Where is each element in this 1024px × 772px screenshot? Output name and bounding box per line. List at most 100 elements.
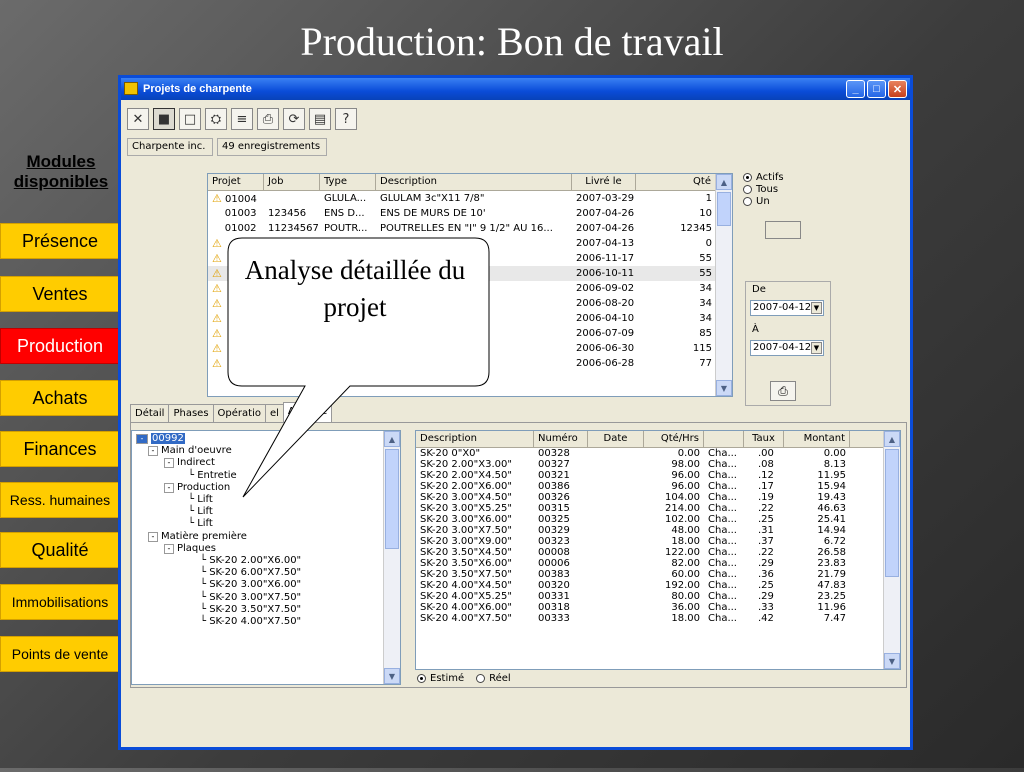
- module-ress-humaines[interactable]: Ress. humaines: [0, 482, 120, 518]
- tree-node[interactable]: └ SK-20 3.00"X6.00": [200, 579, 301, 591]
- radio-icon[interactable]: [417, 673, 426, 683]
- help-icon[interactable]: ?: [335, 108, 357, 130]
- tree-node[interactable]: - Matière première: [148, 531, 247, 543]
- table-row[interactable]: ⚠ 2006-04-10 34: [208, 311, 732, 326]
- collapse-icon[interactable]: -: [148, 531, 158, 542]
- table-row[interactable]: SK-20 4.00"X4.50" 00320 192.00 Cha... .25 47.…: [416, 580, 900, 591]
- collapse-icon[interactable]: -: [136, 434, 148, 444]
- module-ventes[interactable]: Ventes: [0, 276, 120, 312]
- analysis-column-header[interactable]: Montant: [784, 431, 850, 447]
- radio-icon[interactable]: [743, 196, 752, 206]
- module-finances[interactable]: Finances: [0, 431, 120, 467]
- collapse-icon[interactable]: -: [164, 458, 174, 469]
- maximize-button[interactable]: □: [867, 80, 886, 98]
- radio-icon[interactable]: [476, 673, 486, 683]
- tree-node[interactable]: └ SK-20 2.00"X6.00": [200, 555, 301, 567]
- analysis-column-header[interactable]: Numéro: [534, 431, 588, 447]
- projects-scrollbar[interactable]: ▲ ▼: [715, 174, 732, 396]
- close-button[interactable]: ✕: [888, 80, 907, 98]
- print-icon[interactable]: ⎙: [257, 108, 279, 130]
- tree-node[interactable]: └ Lift: [188, 494, 213, 506]
- tree-node[interactable]: - Main d'oeuvre: [148, 445, 232, 457]
- table-row[interactable]: ⚠ 2007-04-13 0: [208, 236, 732, 251]
- tree-node[interactable]: -00992: [136, 433, 185, 445]
- mode-option[interactable]: Estimé: [417, 672, 464, 684]
- scroll-thumb[interactable]: [385, 449, 399, 549]
- scroll-thumb[interactable]: [885, 449, 899, 577]
- table-row[interactable]: SK-20 4.00"X5.25" 00331 80.00 Cha... .29 23.2…: [416, 591, 900, 602]
- chevron-down-icon[interactable]: ▼: [811, 342, 822, 354]
- radio-icon[interactable]: [743, 172, 752, 182]
- refresh-icon[interactable]: ⟳: [283, 108, 305, 130]
- scroll-up-icon[interactable]: ▲: [384, 431, 400, 447]
- chevron-down-icon[interactable]: ▼: [811, 302, 822, 314]
- analysis-column-header[interactable]: Taux: [744, 431, 784, 447]
- table-row[interactable]: SK-20 4.00"X7.50" 00333 18.00 Cha... .42 7.47: [416, 613, 900, 624]
- analysis-column-header[interactable]: Qté/Hrs: [644, 431, 704, 447]
- tree-node[interactable]: - Indirect: [164, 457, 215, 469]
- scroll-down-icon[interactable]: ▼: [384, 668, 400, 684]
- collapse-icon[interactable]: -: [148, 446, 158, 457]
- module-points-de-vente[interactable]: Points de vente: [0, 636, 120, 672]
- tree-scrollbar[interactable]: ▲ ▼: [383, 431, 400, 684]
- table-row[interactable]: ⚠ 2006-07-09 85: [208, 326, 732, 341]
- collapse-icon[interactable]: -: [164, 482, 174, 493]
- table-row[interactable]: SK-20 0"X0" 00328 0.00 Cha... .00 0.00: [416, 448, 900, 459]
- table-row[interactable]: SK-20 3.50"X6.00" 00006 82.00 Cha... .29 23.8…: [416, 558, 900, 569]
- to-date-picker[interactable]: 2007-04-12 ▼: [750, 340, 824, 356]
- save-icon[interactable]: ■: [153, 108, 175, 130]
- tab-analyse[interactable]: Analyse: [282, 402, 333, 423]
- projects-column-header[interactable]: Description: [376, 174, 572, 190]
- table-row[interactable]: SK-20 3.00"X4.50" 00326 104.00 Cha... .19 19.…: [416, 492, 900, 503]
- tree-node[interactable]: └ SK-20 6.00"X7.50": [200, 567, 301, 579]
- module-production[interactable]: Production: [0, 328, 120, 364]
- table-row[interactable]: SK-20 3.00"X9.00" 00323 18.00 Cha... .37 6.72: [416, 536, 900, 547]
- print-report-button[interactable]: ⎙: [770, 381, 796, 401]
- filter-option-actifs[interactable]: Actifs: [743, 171, 784, 183]
- table-row[interactable]: SK-20 3.00"X6.00" 00325 102.00 Cha... .25 25.…: [416, 514, 900, 525]
- scroll-down-icon[interactable]: ▼: [884, 653, 900, 669]
- scroll-up-icon[interactable]: ▲: [716, 174, 732, 190]
- table-row[interactable]: ⚠ 2006-10-11 55: [208, 266, 732, 281]
- filter-option-tous[interactable]: Tous: [743, 183, 784, 195]
- tab-phases[interactable]: Phases: [168, 404, 214, 423]
- analysis-column-header[interactable]: Description: [416, 431, 534, 447]
- projects-column-header[interactable]: Livré le: [572, 174, 636, 190]
- radio-icon[interactable]: [743, 184, 752, 194]
- table-row[interactable]: 01003 123456 ENS D... ENS DE MURS DE 10' 200…: [208, 206, 732, 221]
- table-row[interactable]: SK-20 2.00"X4.50" 00321 96.00 Cha... .12 11.9…: [416, 470, 900, 481]
- module-qualité[interactable]: Qualité: [0, 532, 120, 568]
- projects-column-header[interactable]: Type: [320, 174, 376, 190]
- table-row[interactable]: SK-20 4.00"X6.00" 00318 36.00 Cha... .33 11.9…: [416, 602, 900, 613]
- projects-column-header[interactable]: Projet: [208, 174, 264, 190]
- projects-column-header[interactable]: Job: [264, 174, 320, 190]
- table-row[interactable]: ⚠ 01004 GLULA... GLULAM 3c"X11 7/8" 2007-03…: [208, 191, 732, 206]
- filter-option-un[interactable]: Un: [743, 195, 784, 207]
- table-row[interactable]: SK-20 3.50"X4.50" 00008 122.00 Cha... .22 26.…: [416, 547, 900, 558]
- tree-node[interactable]: └ Entretie: [188, 470, 237, 482]
- tab-détail[interactable]: Détail: [130, 404, 170, 423]
- sort-icon[interactable]: ≡: [231, 108, 253, 130]
- table-row[interactable]: ⚠ 2006-11-17 55: [208, 251, 732, 266]
- module-présence[interactable]: Présence: [0, 223, 120, 259]
- module-immobilisations[interactable]: Immobilisations: [0, 584, 120, 620]
- mode-option[interactable]: Réel: [476, 672, 511, 684]
- new-document-icon[interactable]: □: [179, 108, 201, 130]
- delete-icon[interactable]: ✕: [127, 108, 149, 130]
- minimize-button[interactable]: _: [846, 80, 865, 98]
- table-row[interactable]: 01002 11234567 POUTR... POUTRELLES EN "I" 9…: [208, 221, 732, 236]
- tree-node[interactable]: └ SK-20 3.00"X7.50": [200, 592, 301, 604]
- scroll-thumb[interactable]: [717, 192, 731, 226]
- tab-el[interactable]: el: [264, 404, 284, 423]
- tab-opératio[interactable]: Opératio: [212, 404, 266, 423]
- window-titlebar[interactable]: Projets de charpente _ □ ✕: [121, 78, 910, 100]
- tree-node[interactable]: └ SK-20 4.00"X7.50": [200, 616, 301, 628]
- table-row[interactable]: SK-20 2.00"X3.00" 00327 98.00 Cha... .08 8.13: [416, 459, 900, 470]
- table-row[interactable]: SK-20 3.00"X7.50" 00329 48.00 Cha... .31 14.9…: [416, 525, 900, 536]
- analysis-scrollbar[interactable]: ▲ ▼: [883, 431, 900, 669]
- table-row[interactable]: ⚠ 2006-06-30 115: [208, 341, 732, 356]
- table-row[interactable]: ⚠ 2006-09-02 34: [208, 281, 732, 296]
- table-row[interactable]: SK-20 3.50"X7.50" 00383 60.00 Cha... .36 21.7…: [416, 569, 900, 580]
- table-row[interactable]: ⚠ 2006-06-28 77: [208, 356, 732, 371]
- projects-column-header[interactable]: Qté: [636, 174, 716, 190]
